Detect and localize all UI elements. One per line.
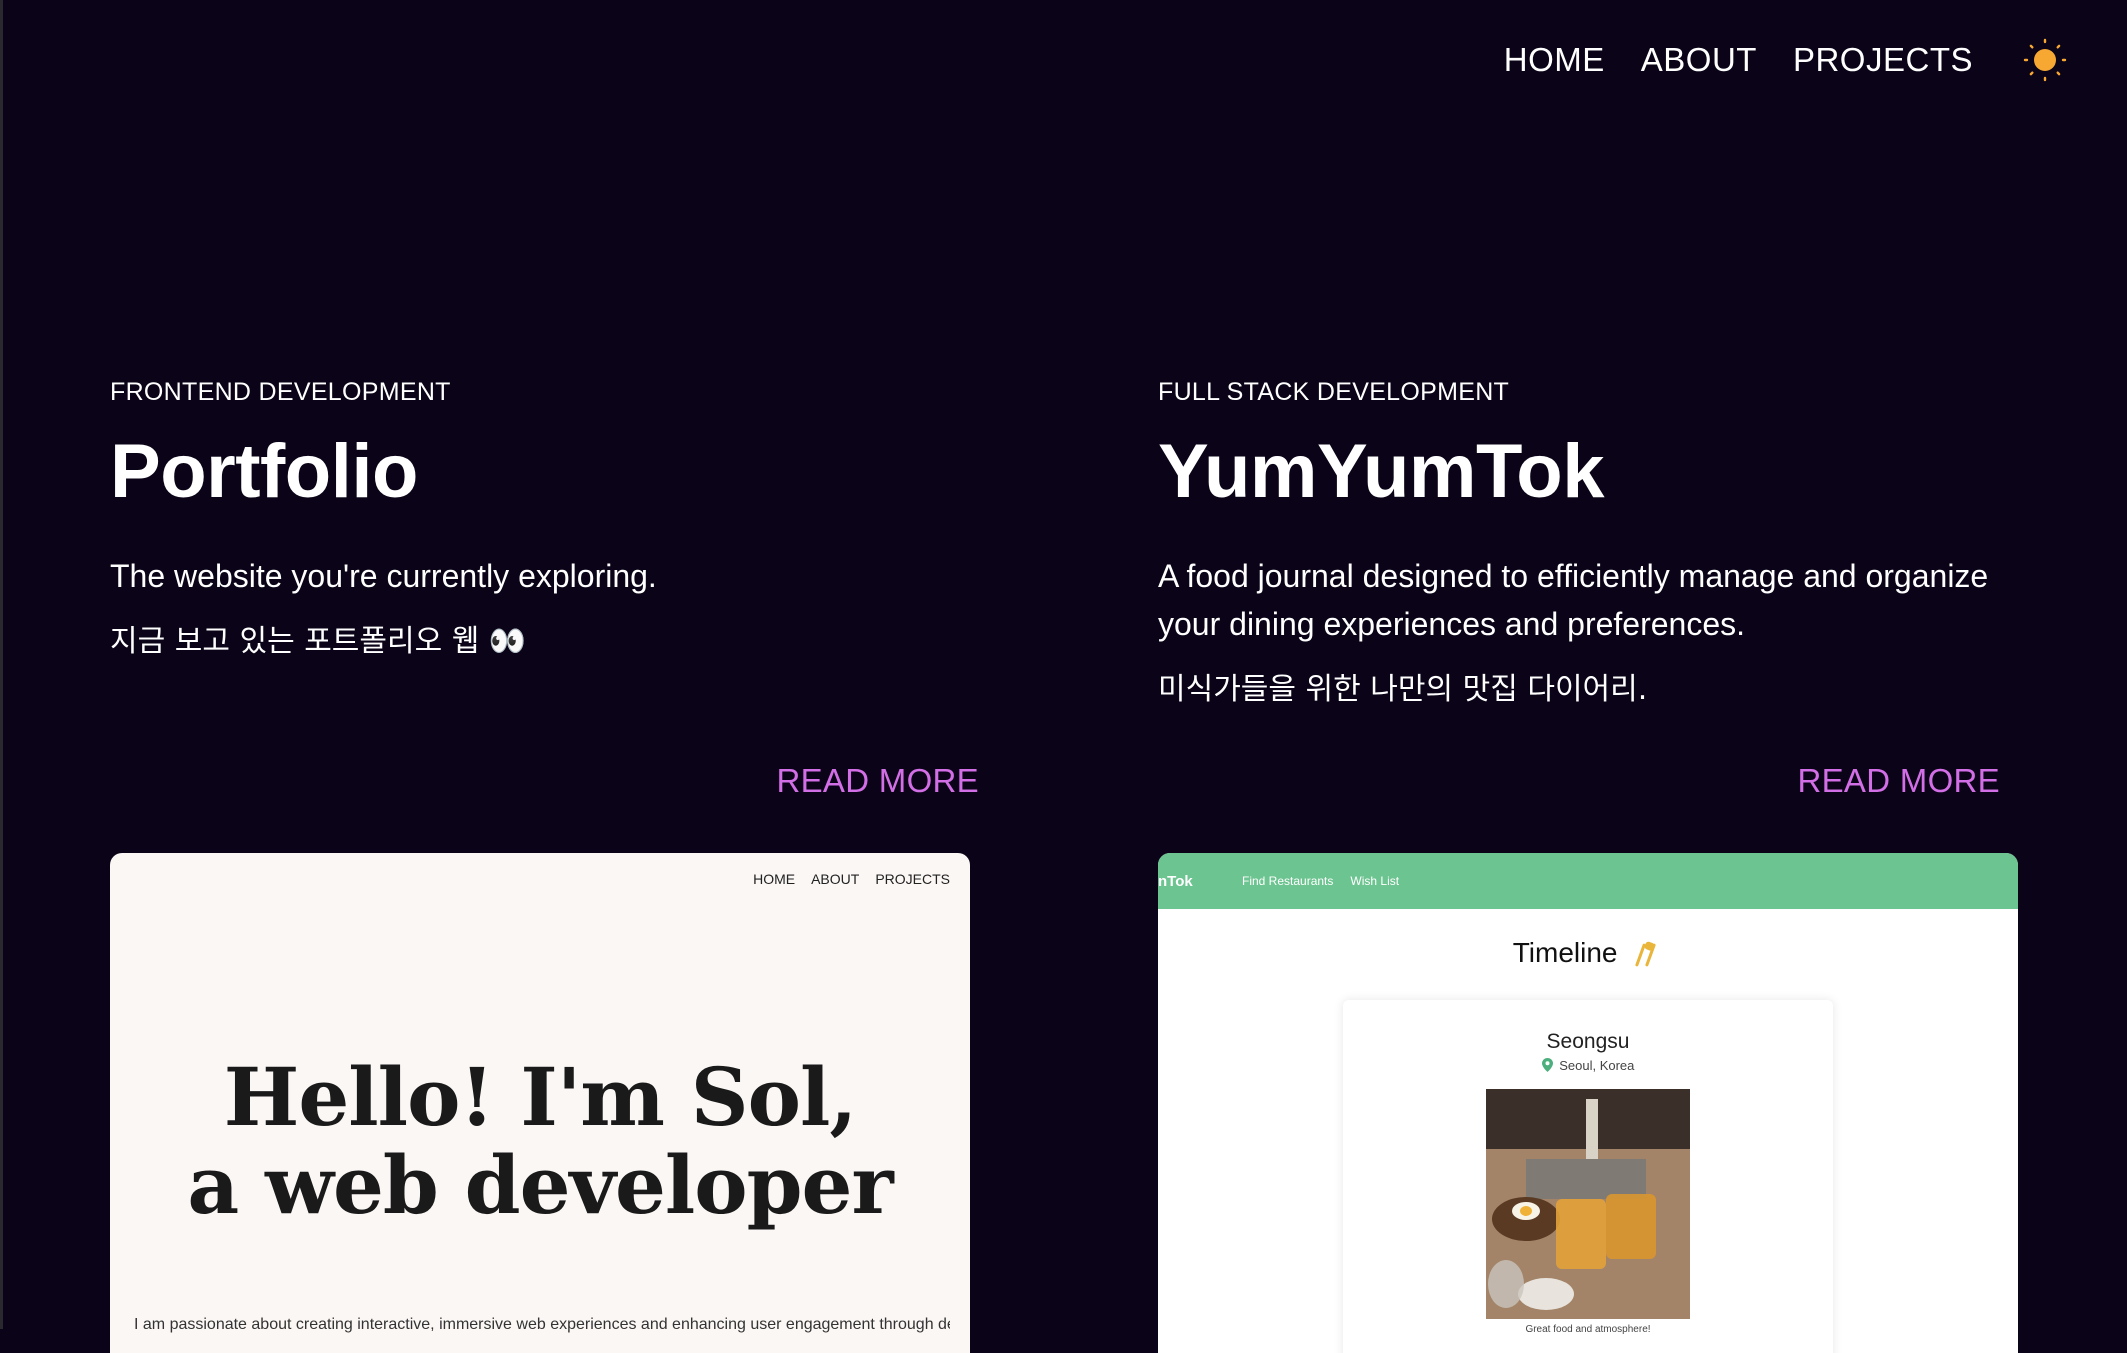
project-title: Portfolio — [110, 429, 418, 514]
preview-nav-about: ABOUT — [811, 871, 860, 887]
top-nav: HOME ABOUT PROJECTS — [1504, 36, 2069, 84]
preview-app-brand: nTok — [1158, 872, 1193, 890]
read-more-link[interactable]: READ MORE — [1797, 762, 2000, 800]
project-category: FRONTEND DEVELOPMENT — [110, 378, 451, 406]
project-portfolio: FRONTEND DEVELOPMENT Portfolio The websi… — [110, 378, 979, 799]
preview-hero-line-2: a web developer — [187, 1138, 893, 1232]
preview-timeline-card: Seongsu Seoul, Korea Great food and atmo… — [1343, 1000, 1833, 1353]
preview-nav: HOME ABOUT PROJECTS — [753, 871, 950, 887]
project-description: A food journal designed to efficiently m… — [1158, 558, 1989, 642]
preview-location: Seoul, Korea — [1343, 1058, 1833, 1073]
project-category: FULL STACK DEVELOPMENT — [1158, 378, 1510, 406]
preview-hero-line-1: Hello! I'm Sol, — [223, 1050, 857, 1144]
food-photo-illustration — [1486, 1089, 1690, 1319]
preview-place-name: Seongsu — [1546, 1030, 1630, 1053]
food-photo — [1486, 1089, 1690, 1319]
preview-timeline-label: Timeline — [1512, 937, 1618, 968]
preview-app-header: nTok Find Restaurants Wish List — [1158, 853, 2018, 909]
portfolio-preview-image[interactable]: HOME ABOUT PROJECTS Hello! I'm Sol, a we… — [110, 853, 970, 1353]
window-edge — [0, 0, 3, 1329]
fork-knife-icon — [1635, 941, 1656, 966]
location-pin-icon — [1541, 1058, 1553, 1072]
nav-projects-link[interactable]: PROJECTS — [1793, 41, 1973, 79]
preview-link-find-restaurants: Find Restaurants — [1242, 874, 1334, 888]
preview-hero-heading: Hello! I'm Sol, a web developer — [110, 1053, 970, 1229]
preview-nav-home: HOME — [753, 871, 796, 887]
project-description-korean: 지금 보고 있는 포트폴리오 웹 👀 — [110, 624, 527, 659]
project-description: The website you're currently exploring. — [110, 558, 657, 594]
yumyumtok-preview-image[interactable]: nTok Find Restaurants Wish List Timeline… — [1158, 853, 2018, 1353]
preview-location-text: Seoul, Korea — [1559, 1058, 1635, 1073]
preview-link-wish-list: Wish List — [1350, 874, 1400, 888]
preview-timeline-title: Timeline — [1158, 937, 2018, 971]
preview-nav-projects: PROJECTS — [875, 871, 950, 887]
nav-about-link[interactable]: ABOUT — [1641, 41, 1757, 79]
nav-home-link[interactable]: HOME — [1504, 41, 1605, 79]
read-more-link[interactable]: READ MORE — [776, 762, 979, 800]
sun-icon[interactable] — [2021, 36, 2069, 84]
preview-photo-caption: Great food and atmosphere! — [1525, 1324, 1651, 1335]
preview-intro-text: I am passionate about creating interacti… — [134, 1316, 950, 1333]
project-title: YumYumTok — [1158, 429, 1604, 514]
project-yumyumtok: FULL STACK DEVELOPMENT YumYumTok A food … — [1158, 378, 2018, 799]
project-description-korean: 미식가들을 위한 나만의 맛집 다이어리. — [1158, 672, 1648, 707]
